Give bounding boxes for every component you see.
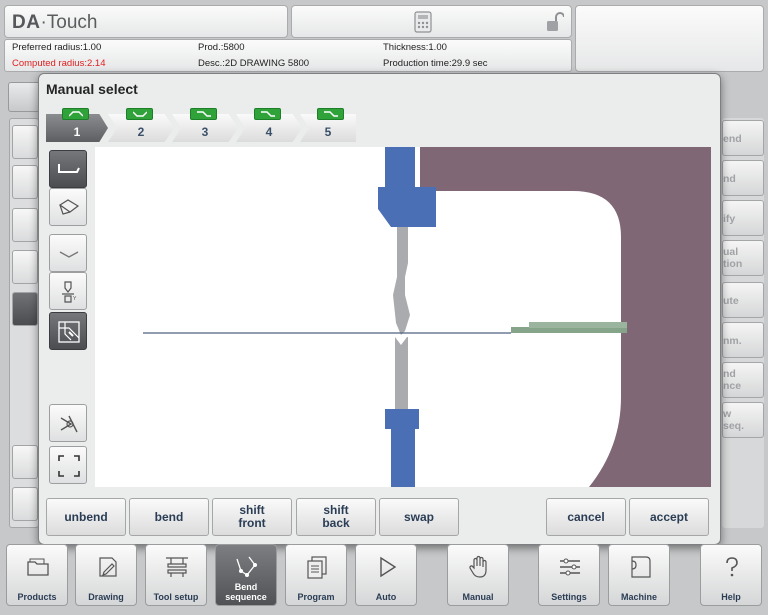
nav-products[interactable]: Products <box>6 544 68 606</box>
bg-right-button: nd nce <box>722 362 764 398</box>
cancel-button[interactable]: cancel <box>546 498 626 536</box>
tool-press-icon: Y <box>62 281 77 303</box>
select-area-button[interactable] <box>49 446 87 484</box>
bend-up-badge-icon <box>62 108 89 120</box>
play-icon <box>380 556 397 578</box>
shift-back-button[interactable]: shift back <box>296 498 376 536</box>
nav-manual[interactable]: Manual <box>447 544 509 606</box>
machine-drawing <box>143 147 711 487</box>
bend-down-badge-icon <box>190 108 217 120</box>
nav-bend-sequence[interactable]: Bend sequence <box>215 544 277 606</box>
nav-machine[interactable]: Machine <box>608 544 670 606</box>
nav-help[interactable]: Help <box>700 544 762 606</box>
product-info-bar: Preferred radius:1.00 Computed radius:2.… <box>4 39 572 72</box>
backgauge-finger <box>529 322 627 328</box>
calculator-icon[interactable] <box>414 11 432 33</box>
tool-setup-icon <box>166 557 188 577</box>
nav-auto[interactable]: Auto <box>355 544 417 606</box>
zoom-fit-icon <box>60 415 78 433</box>
machine-frame <box>420 147 711 487</box>
machine-icon <box>631 556 651 578</box>
folder-icon <box>27 558 49 576</box>
nav-program[interactable]: Program <box>285 544 347 606</box>
computed-radius: Computed radius:2.14 <box>12 58 106 69</box>
bg-tool-button <box>12 445 38 479</box>
bg-right-button: ual tion <box>722 240 764 276</box>
logo-box: DA·Touch <box>4 5 288 38</box>
bg-tool-button <box>12 487 38 521</box>
machine-view-button[interactable] <box>49 312 87 350</box>
machine-view-icon <box>58 321 80 343</box>
header-tools <box>291 5 572 38</box>
bend-simulation-canvas[interactable] <box>95 147 711 487</box>
header-right-panel <box>575 5 764 72</box>
bend-down-badge-icon <box>254 108 281 120</box>
bend-down-icon <box>59 251 79 258</box>
shift-front-button[interactable]: shift front <box>212 498 292 536</box>
product-description: Desc.:2D DRAWING 5800 <box>198 58 310 69</box>
zoom-fit-button[interactable] <box>49 404 87 442</box>
accept-button[interactable]: accept <box>629 498 709 536</box>
dialog-left-toolbar: Y <box>47 148 89 488</box>
thickness: Thickness:1.00 <box>383 42 447 53</box>
bend-view-button[interactable] <box>49 234 87 272</box>
preferred-radius: Preferred radius:1.00 <box>12 42 102 53</box>
settings-list-icon <box>560 558 580 576</box>
bg-right-button: w seq. <box>722 402 764 438</box>
bg-right-button: ify <box>722 200 764 236</box>
flange-back-icon <box>58 164 80 173</box>
swap-button[interactable]: swap <box>379 498 459 536</box>
production-time: Production time:29.9 sec <box>383 58 488 69</box>
dialog-title: Manual select <box>46 81 138 97</box>
help-icon <box>726 557 738 577</box>
logo: DA·Touch <box>12 12 98 33</box>
program-icon <box>307 556 327 579</box>
hand-icon <box>469 555 487 578</box>
bg-right-button: end <box>722 120 764 156</box>
select-area-icon <box>58 455 80 477</box>
bg-tool-button <box>12 125 38 159</box>
svg-text:Y: Y <box>73 296 77 302</box>
3d-view-button[interactable] <box>49 188 87 226</box>
nav-drawing[interactable]: Drawing <box>75 544 137 606</box>
manual-select-dialog: Manual select 1 2 3 4 5 Y unbend bend sh… <box>38 73 721 545</box>
flange-back-button[interactable] <box>49 150 87 188</box>
3d-view-icon <box>58 199 80 215</box>
unbend-button[interactable]: unbend <box>46 498 126 536</box>
bend-down-badge-icon <box>126 108 153 120</box>
bg-tool-button <box>12 292 38 326</box>
pencil-icon <box>99 557 117 577</box>
nav-tool-setup[interactable]: Tool setup <box>145 544 207 606</box>
bg-right-button: ute <box>722 282 764 318</box>
bg-right-button: nd <box>722 160 764 196</box>
tool-press-button[interactable]: Y <box>49 272 87 310</box>
bg-right-button: nm. <box>722 322 764 358</box>
product-number: Prod.:5800 <box>198 42 245 53</box>
lower-die <box>395 337 408 409</box>
nav-settings[interactable]: Settings <box>538 544 600 606</box>
bend-down-badge-icon <box>317 108 344 120</box>
bg-tool-button <box>12 165 38 199</box>
lock-open-icon[interactable] <box>546 12 564 32</box>
bend-button[interactable]: bend <box>129 498 209 536</box>
bg-tool-button <box>12 208 38 242</box>
upper-punch <box>393 227 410 335</box>
lower-tool-holder <box>385 409 419 487</box>
bg-tool-button <box>12 250 38 284</box>
bend-sequence-icon <box>236 556 257 577</box>
